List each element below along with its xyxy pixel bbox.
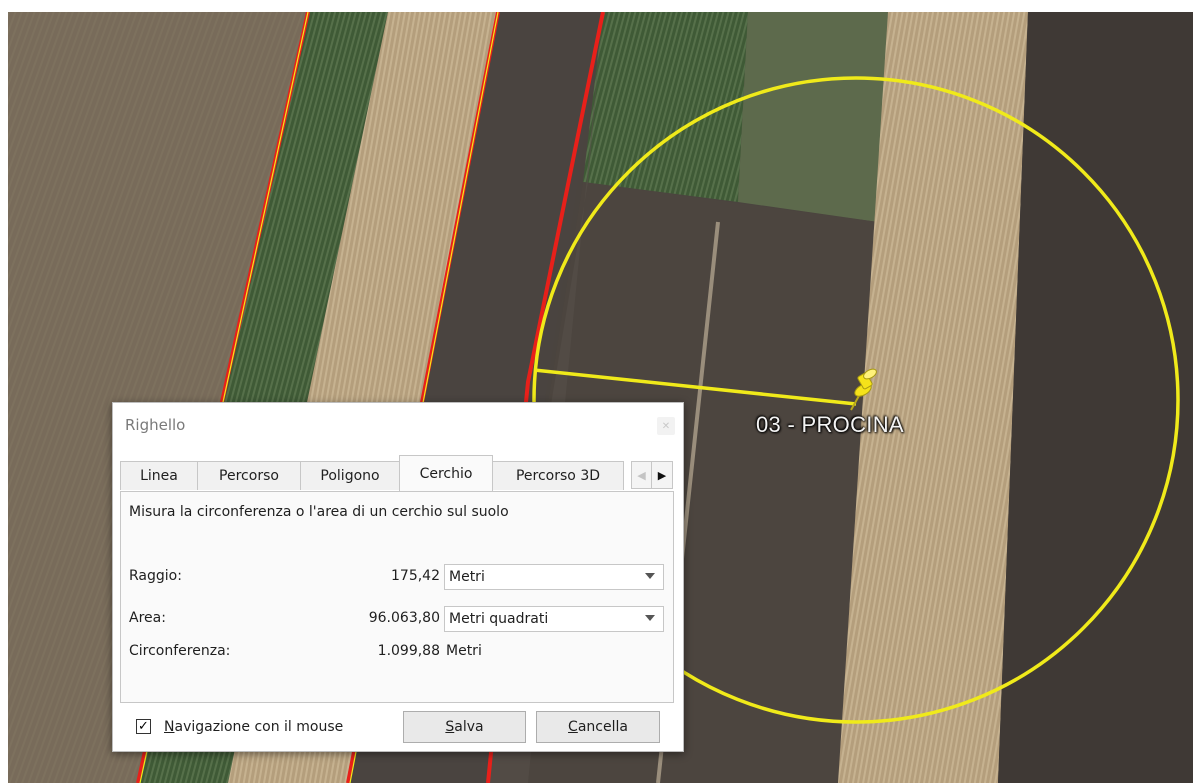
tab-percorso-3d[interactable]: Percorso 3D: [492, 461, 624, 490]
tab-percorso[interactable]: Percorso: [197, 461, 301, 490]
radius-value: 175,42: [391, 568, 440, 584]
dialog-titlebar[interactable]: Righello ✕: [113, 403, 683, 447]
tab-poligono[interactable]: Poligono: [300, 461, 400, 490]
button-text: ancella: [577, 719, 628, 735]
chevron-down-icon: [645, 573, 655, 579]
area-value: 96.063,80: [368, 610, 440, 626]
cancel-button[interactable]: Cancella: [536, 711, 660, 743]
tab-label: Poligono: [320, 468, 380, 484]
radius-label: Raggio:: [129, 568, 182, 584]
scroll-left-icon[interactable]: ◀: [631, 461, 652, 489]
panel-description: Misura la circonferenza o l'area di un c…: [129, 504, 509, 520]
circle-panel: Misura la circonferenza o l'area di un c…: [120, 491, 674, 703]
area-unit-select[interactable]: Metri quadrati: [444, 606, 664, 632]
tab-label: Percorso: [219, 468, 279, 484]
scroll-right-icon[interactable]: ▶: [652, 461, 673, 489]
tab-cerchio[interactable]: Cerchio: [399, 455, 493, 491]
circumference-unit: Metri: [446, 643, 482, 659]
chevron-down-icon: [645, 615, 655, 621]
mouse-navigation-label[interactable]: Navigazione con il mouse: [164, 719, 343, 735]
placemark-label[interactable]: 03 - PROCINA: [756, 412, 904, 438]
tab-scroll-buttons: ◀ ▶: [631, 461, 674, 489]
save-button[interactable]: Salva: [403, 711, 526, 743]
tab-linea[interactable]: Linea: [120, 461, 198, 490]
radius-unit-value: Metri: [449, 569, 485, 585]
circumference-value: 1.099,88: [377, 643, 440, 659]
mnemonic: C: [568, 719, 578, 735]
mnemonic: S: [445, 719, 455, 735]
radius-unit-select[interactable]: Metri: [444, 564, 664, 590]
ruler-dialog: Righello ✕ Linea Percorso Poligono Cerch…: [112, 402, 684, 752]
close-icon[interactable]: ✕: [657, 417, 675, 435]
mnemonic: N: [164, 719, 175, 735]
button-text: alva: [454, 719, 484, 735]
mouse-navigation-checkbox[interactable]: ✓: [136, 719, 151, 734]
area-unit-value: Metri quadrati: [449, 611, 549, 627]
label-text: avigazione con il mouse: [174, 719, 344, 735]
tab-label: Cerchio: [419, 465, 473, 482]
area-label: Area:: [129, 610, 166, 626]
circumference-label: Circonferenza:: [129, 643, 231, 659]
tab-label: Linea: [140, 468, 178, 484]
tab-label: Percorso 3D: [515, 468, 601, 484]
dialog-footer: ✓ Navigazione con il mouse Salva Cancell…: [113, 703, 683, 751]
dialog-title: Righello: [125, 416, 186, 434]
tab-bar: Linea Percorso Poligono Cerchio Percorso…: [120, 455, 674, 491]
